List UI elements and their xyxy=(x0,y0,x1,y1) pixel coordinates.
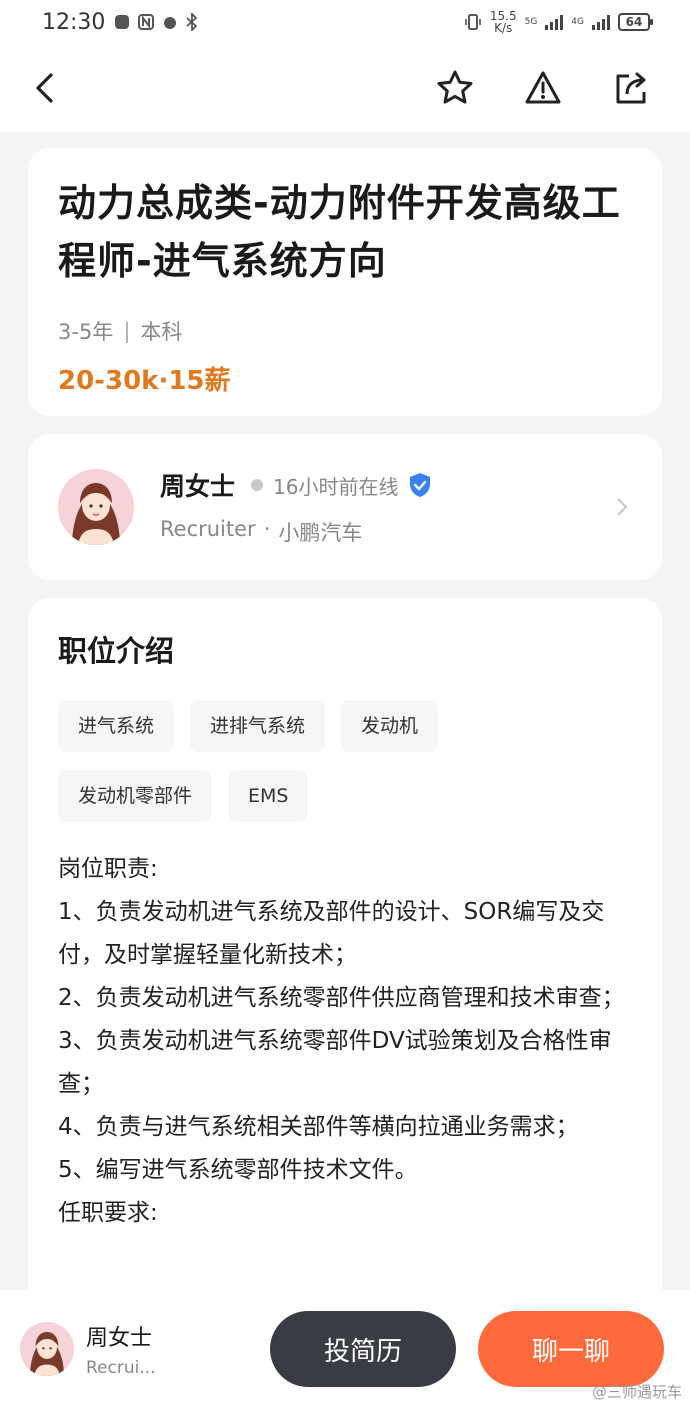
battery-icon: 64 xyxy=(618,13,653,31)
recruiter-card[interactable]: 周女士 16小时前在线 Recruiter · 小鹏汽车 xyxy=(28,434,662,580)
recruiter-line-2: Recruiter · 小鹏汽车 xyxy=(160,517,612,547)
meta-separator: | xyxy=(123,319,131,343)
job-description-text: 岗位职责: 1、负责发动机进气系统及部件的设计、SOR编写及交付，及时掌握轻量化… xyxy=(58,848,632,1235)
job-meta: 3-5年 | 本科 xyxy=(58,316,632,346)
description-line: 2、负责发动机进气系统零部件供应商管理和技术审查； xyxy=(58,985,625,1011)
alarm-icon xyxy=(164,17,177,29)
skill-tag: 进气系统 xyxy=(58,700,175,752)
job-experience: 3-5年 xyxy=(58,320,114,344)
bluetooth-icon xyxy=(186,13,198,31)
notification-icons xyxy=(113,13,199,31)
nfc-icon xyxy=(138,14,155,30)
back-button[interactable] xyxy=(26,69,64,107)
watermark: @三师遇玩车 xyxy=(592,1381,682,1402)
report-button[interactable] xyxy=(524,69,562,107)
skill-tag: 发动机零部件 xyxy=(58,770,213,822)
online-dot-icon xyxy=(251,479,264,491)
verified-shield-icon xyxy=(410,473,431,497)
share-icon xyxy=(616,72,646,104)
avatar-illustration xyxy=(58,469,134,545)
description-line: 1、负责发动机进气系统及部件的设计、SOR编写及交付，及时掌握轻量化新技术； xyxy=(58,899,605,968)
job-salary: 20-30k·15薪 xyxy=(58,366,231,396)
skill-tag: EMS xyxy=(228,770,309,822)
bottom-recruiter-info: 周女士 Recrui... xyxy=(86,1320,256,1378)
description-line: 5、编写进气系统零部件技术文件。 xyxy=(58,1157,418,1183)
watermark-text: @三师遇玩车 xyxy=(591,1383,682,1401)
bottom-recruiter-name: 周女士 xyxy=(86,1326,153,1351)
signal1-label: 5G xyxy=(524,17,538,27)
recruiter-info: 周女士 16小时前在线 Recruiter · 小鹏汽车 xyxy=(160,467,612,547)
recruiter-dot: · xyxy=(263,517,271,541)
job-header-card: 动力总成类-动力附件开发高级工程师-进气系统方向 3-5年 | 本科 20-30… xyxy=(28,148,662,416)
vibrate-icon xyxy=(465,14,481,30)
job-education: 本科 xyxy=(140,320,183,344)
description-line: 任职要求: xyxy=(58,1200,158,1226)
recruiter-company: 小鹏汽车 xyxy=(278,521,363,545)
network-speed-unit: K/s xyxy=(494,21,513,35)
bottom-recruiter-avatar[interactable] xyxy=(20,1322,74,1376)
avatar-illustration xyxy=(20,1322,74,1376)
share-button[interactable] xyxy=(612,69,650,107)
recruiter-line-1: 周女士 16小时前在线 xyxy=(160,467,612,503)
bottom-action-bar: 周女士 Recrui... 投简历 聊一聊 @三师遇玩车 xyxy=(0,1290,690,1408)
signal2-label: 4G xyxy=(571,17,584,27)
bottom-recruiter-role: Recrui... xyxy=(86,1358,156,1378)
recruiter-role: Recruiter xyxy=(160,517,256,541)
description-line: 3、负责发动机进气系统零部件DV试验策划及合格性审查； xyxy=(58,1028,612,1097)
signal2-icon xyxy=(592,14,610,30)
network-speed: 15.5 K/s xyxy=(490,10,517,34)
favorite-button[interactable] xyxy=(436,69,474,107)
job-title: 动力总成类-动力附件开发高级工程师-进气系统方向 xyxy=(58,181,621,283)
signal1-icon xyxy=(545,14,564,30)
status-time: 12:30 xyxy=(42,9,106,35)
description-line: 4、负责与进气系统相关部件等横向拉通业务需求； xyxy=(58,1114,579,1140)
chevron-right-icon xyxy=(617,498,628,516)
nav-actions xyxy=(436,69,650,107)
app-notification-icon xyxy=(115,15,130,29)
recruiter-chevron xyxy=(612,492,632,522)
status-bar: 12:30 15.5 K/s 5G 4G 64 xyxy=(0,0,690,44)
chevron-left-icon xyxy=(36,73,53,103)
job-description-card: 职位介绍 进气系统 进排气系统 发动机 发动机零部件 EMS 岗位职责: 1、负… xyxy=(28,598,662,1318)
status-left: 12:30 xyxy=(42,10,199,35)
status-right: 15.5 K/s 5G 4G 64 xyxy=(464,10,653,34)
skill-tags: 进气系统 进排气系统 发动机 发动机零部件 EMS xyxy=(58,700,498,822)
description-line: 岗位职责: xyxy=(58,856,158,882)
section-title: 职位介绍 xyxy=(58,634,175,668)
chat-button[interactable]: 聊一聊 xyxy=(478,1311,664,1387)
nav-bar xyxy=(0,44,690,132)
skill-tag: 进排气系统 xyxy=(190,700,326,752)
star-icon xyxy=(437,70,473,104)
submit-resume-button[interactable]: 投简历 xyxy=(270,1311,456,1387)
recruiter-online-status: 16小时前在线 xyxy=(273,474,399,499)
recruiter-avatar xyxy=(58,469,134,545)
recruiter-name: 周女士 xyxy=(160,472,236,501)
warning-icon xyxy=(525,71,561,104)
skill-tag: 发动机 xyxy=(341,700,439,752)
